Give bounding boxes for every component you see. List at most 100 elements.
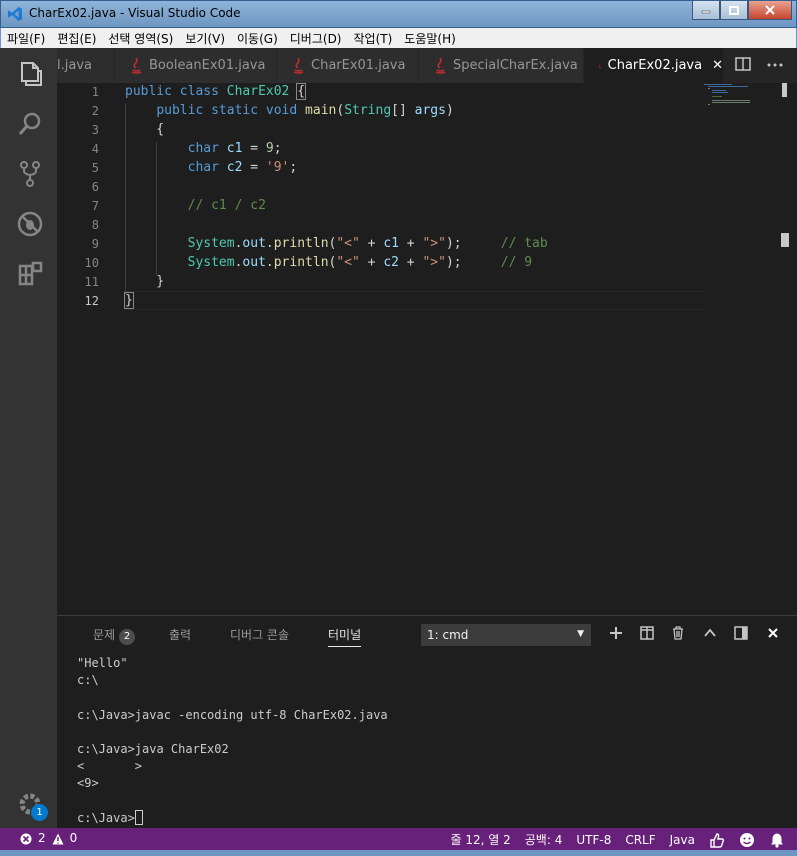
tab-charex01[interactable]: CharEx01.java bbox=[277, 48, 419, 83]
terminal-line: c:\ bbox=[77, 673, 99, 687]
close-icon bbox=[765, 5, 775, 15]
menu-file[interactable]: 파일(F) bbox=[7, 30, 45, 47]
terminal-line: c:\Java>javac -encoding utf-8 CharEx02.j… bbox=[77, 708, 388, 722]
file-encoding[interactable]: UTF-8 bbox=[576, 833, 611, 847]
menu-help[interactable]: 도움말(H) bbox=[404, 30, 456, 47]
code-line-1: public class CharEx02 { bbox=[125, 83, 307, 100]
code-line-9: System.out.println("<" + c1 + ">"); // t… bbox=[187, 236, 548, 251]
panel-tab-problems[interactable]: 문제 2 bbox=[93, 626, 136, 645]
line-number: 7 bbox=[91, 199, 99, 213]
menu-go[interactable]: 이동(G) bbox=[237, 30, 278, 47]
line-number: 8 bbox=[91, 218, 99, 232]
panel-tab-output[interactable]: 출력 bbox=[169, 626, 191, 643]
problems-status[interactable]: 2 0 bbox=[20, 831, 77, 845]
cursor-position[interactable]: 줄 12, 열 2 bbox=[451, 831, 511, 848]
menu-tasks[interactable]: 작업(T) bbox=[354, 30, 393, 47]
split-terminal-icon[interactable] bbox=[640, 626, 654, 640]
line-number: 11 bbox=[84, 275, 99, 289]
line-number: 10 bbox=[84, 256, 99, 270]
menu-edit[interactable]: 편집(E) bbox=[57, 30, 96, 47]
tab-booleanex01[interactable]: BooleanEx01.java bbox=[115, 48, 277, 83]
scrollbar-thumb[interactable] bbox=[782, 83, 787, 97]
error-icon bbox=[20, 833, 32, 845]
close-window-button[interactable] bbox=[748, 1, 792, 20]
minimize-icon bbox=[701, 10, 711, 14]
code-line-10: System.out.println("<" + c2 + ">"); // 9 bbox=[187, 255, 533, 270]
code-line-12: } bbox=[124, 292, 134, 309]
code-line-5: char c2 = '9'; bbox=[187, 160, 298, 175]
menu-selection[interactable]: 선택 영역(S) bbox=[108, 30, 173, 47]
menu-view[interactable]: 보기(V) bbox=[185, 30, 225, 47]
trash-icon[interactable] bbox=[671, 626, 685, 640]
more-actions-icon[interactable] bbox=[767, 57, 783, 71]
settings-badge: 1 bbox=[31, 804, 48, 821]
explorer-icon[interactable] bbox=[16, 60, 44, 88]
tab-label: SpecialCharEx.java bbox=[453, 58, 578, 73]
panel-tab-terminal[interactable]: 터미널 bbox=[328, 626, 362, 647]
menu-debug[interactable]: 디버그(D) bbox=[290, 30, 342, 47]
vscode-logo-icon bbox=[8, 7, 22, 21]
warning-icon bbox=[52, 833, 64, 845]
editor-actions bbox=[735, 57, 783, 71]
line-number: 6 bbox=[91, 180, 99, 194]
line-number: 1 bbox=[91, 85, 99, 99]
minimize-button[interactable] bbox=[692, 1, 720, 20]
window-controls bbox=[692, 1, 792, 21]
debug-icon[interactable] bbox=[16, 210, 44, 238]
status-bar: 2 0 줄 12, 열 2 공백: 4 UTF-8 CRLF Java bbox=[0, 828, 797, 850]
search-icon[interactable] bbox=[16, 110, 44, 138]
terminal-prompt: c:\Java> bbox=[77, 811, 135, 825]
window-titlebar: CharEx02.java - Visual Studio Code bbox=[0, 0, 797, 28]
java-file-icon bbox=[598, 63, 602, 68]
terminal-select[interactable]: 1: cmd ▼ bbox=[421, 624, 591, 646]
tab-l-java[interactable]: l.java bbox=[57, 48, 115, 83]
tab-specialcharex[interactable]: SpecialCharEx.java bbox=[419, 48, 584, 83]
java-file-icon bbox=[435, 57, 446, 74]
smiley-icon[interactable] bbox=[739, 832, 755, 848]
code-editor[interactable]: 1 2 3 4 5 6 7 8 9 10 11 12 public class … bbox=[57, 83, 797, 615]
bottom-panel: 문제 2 출력 디버그 콘솔 터미널 1: cmd ▼ "Hello" c:\ c… bbox=[57, 615, 797, 828]
panel-tab-debug-console[interactable]: 디버그 콘솔 bbox=[230, 626, 289, 643]
toggle-panel-position-icon[interactable] bbox=[734, 626, 748, 640]
panel-tab-label: 문제 bbox=[93, 628, 116, 642]
tab-label: BooleanEx01.java bbox=[149, 58, 266, 73]
end-of-line[interactable]: CRLF bbox=[625, 833, 655, 847]
new-terminal-icon[interactable] bbox=[609, 626, 623, 640]
code-line-3: { bbox=[125, 122, 165, 137]
terminal-line: "Hello" bbox=[77, 656, 128, 670]
terminal-line: c:\Java>java CharEx02 bbox=[77, 742, 229, 756]
chevron-down-icon: ▼ bbox=[577, 629, 584, 639]
problems-count-badge: 2 bbox=[119, 628, 136, 645]
indentation[interactable]: 공백: 4 bbox=[525, 831, 563, 848]
line-number: 3 bbox=[91, 123, 99, 137]
tab-close-icon[interactable]: ✕ bbox=[712, 58, 723, 73]
warning-count: 0 bbox=[69, 831, 78, 845]
editor-tab-bar: l.java BooleanEx01.java CharEx01.java Sp… bbox=[57, 48, 797, 83]
tab-charex02[interactable]: CharEx02.java ✕ bbox=[584, 48, 724, 83]
menu-bar: 파일(F) 편집(E) 선택 영역(S) 보기(V) 이동(G) 디버그(D) … bbox=[0, 28, 797, 48]
code-line-4: char c1 = 9; bbox=[187, 141, 282, 156]
split-editor-icon[interactable] bbox=[735, 57, 751, 71]
tab-label: l.java bbox=[57, 58, 92, 73]
error-count: 2 bbox=[38, 831, 46, 845]
code-line-2: public static void main(String[] args) bbox=[156, 103, 454, 118]
close-panel-icon[interactable] bbox=[766, 626, 780, 640]
source-control-icon[interactable] bbox=[16, 160, 44, 188]
terminal-prompt-line[interactable]: c:\Java> bbox=[77, 810, 143, 825]
maximize-button[interactable] bbox=[720, 1, 748, 20]
extensions-icon[interactable] bbox=[16, 260, 44, 288]
feedback-icon[interactable] bbox=[709, 832, 725, 848]
terminal-select-value: 1: cmd bbox=[427, 628, 469, 642]
notification-bell-icon[interactable] bbox=[769, 832, 785, 848]
current-line-highlight bbox=[125, 291, 703, 310]
window-bottom-frame bbox=[0, 850, 797, 856]
language-mode[interactable]: Java bbox=[670, 833, 695, 847]
minimap[interactable] bbox=[702, 83, 762, 113]
line-number: 4 bbox=[91, 142, 99, 156]
editor-scrollbar[interactable] bbox=[777, 83, 787, 615]
maximize-icon bbox=[729, 5, 739, 15]
chevron-up-icon[interactable] bbox=[703, 626, 717, 640]
code-line-11: } bbox=[125, 274, 165, 289]
java-file-icon bbox=[293, 57, 304, 74]
status-right-items: 줄 12, 열 2 공백: 4 UTF-8 CRLF Java bbox=[451, 831, 785, 848]
